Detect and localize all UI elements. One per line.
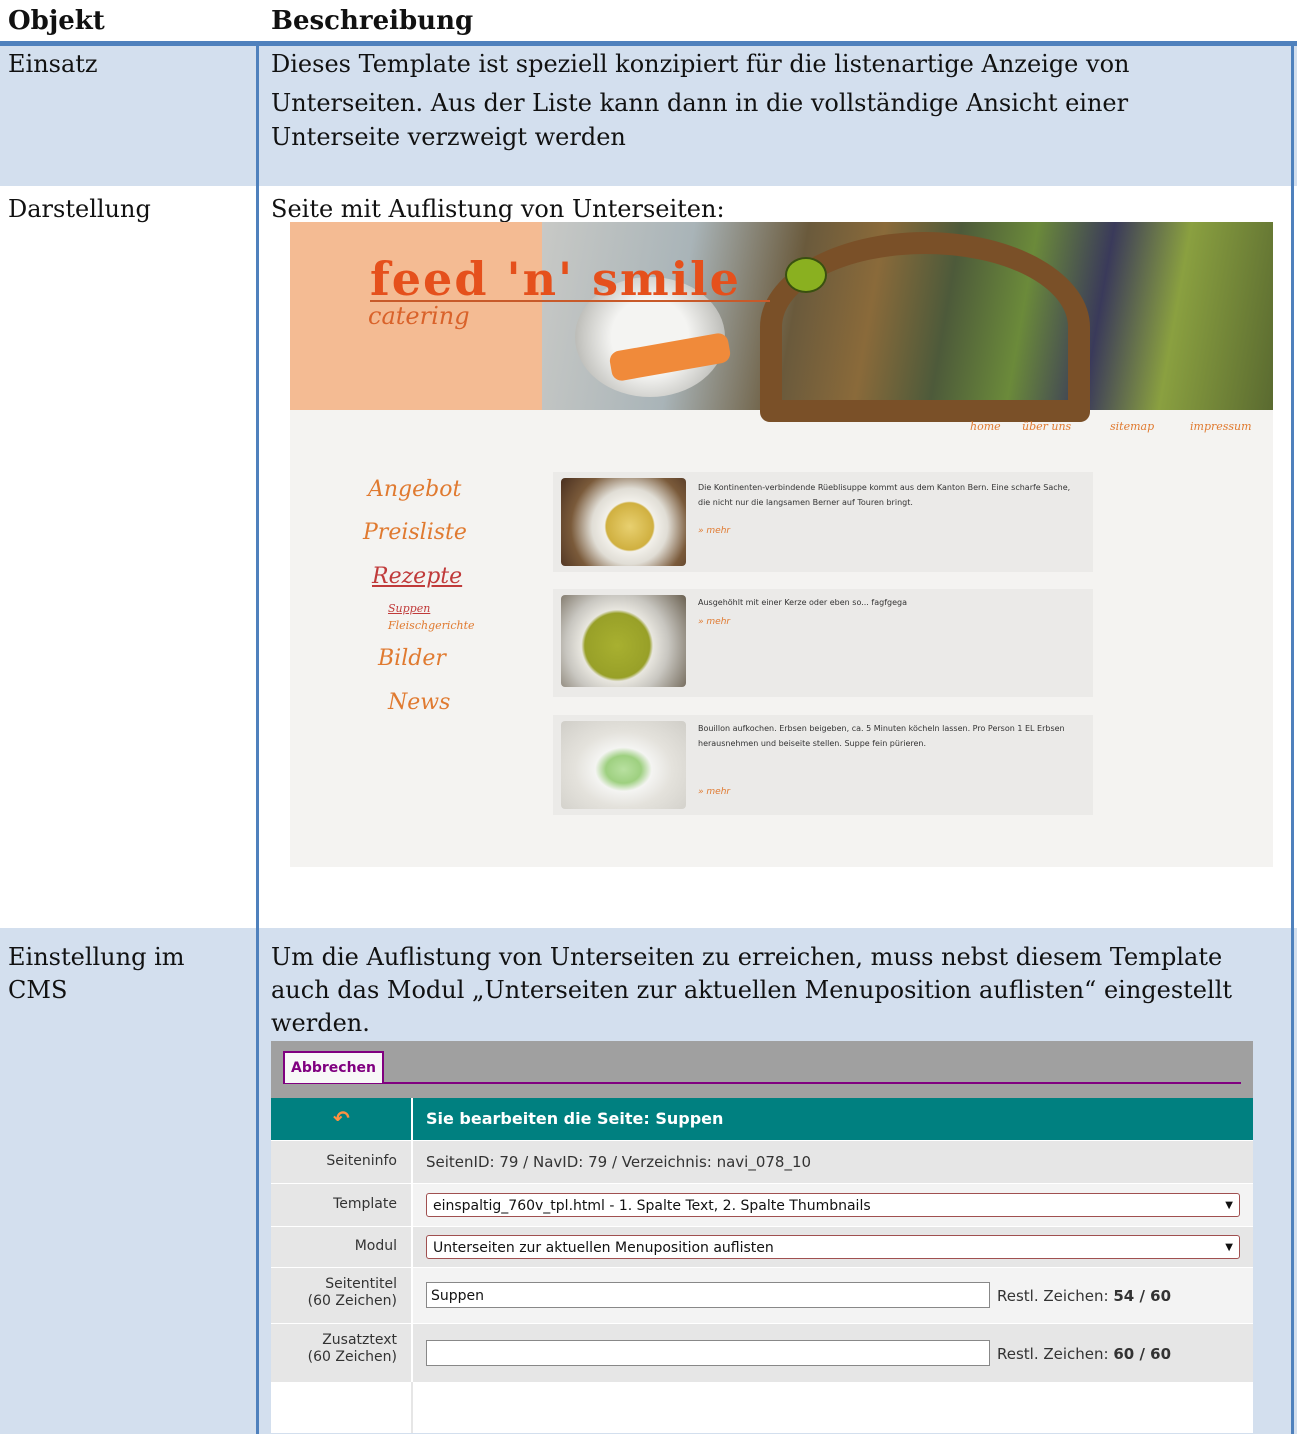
row-label-einstellung-1: Einstellung im — [8, 943, 185, 971]
einstellung-line-3: werden. — [271, 1009, 370, 1037]
list-item-text: Bouillon aufkochen. Erbsen beigeben, ca.… — [698, 724, 1065, 748]
row-modul: Modul Unterseiten zur aktuellen Menuposi… — [271, 1226, 1253, 1267]
template-label: Template — [333, 1196, 397, 1212]
leftnav-news[interactable]: News — [388, 690, 450, 715]
einstellung-line-2: auch das Modul „Unterseiten zur aktuelle… — [271, 976, 1233, 1004]
cms-screenshot: Abbrechen ↶ Sie bearbeiten die Seite: Su… — [271, 1041, 1253, 1433]
row-seitentitel: Seitentitel (60 Zeichen) Suppen Restl. Z… — [271, 1267, 1253, 1323]
site-logo-title: feed 'n' smile — [370, 252, 741, 306]
topnav-sitemap[interactable]: sitemap — [1110, 420, 1154, 433]
einsatz-line-3: Unterseite verzweigt werden — [271, 123, 626, 151]
chevron-down-icon: ▼ — [1225, 1200, 1233, 1211]
leftnav-rezepte[interactable]: Rezepte — [372, 564, 462, 589]
seitentitel-hint: (60 Zeichen) — [307, 1293, 397, 1309]
subnav-fleischgerichte[interactable]: Fleischgerichte — [388, 619, 475, 632]
tab-underline — [283, 1082, 1241, 1084]
list-item-text: Die Kontinenten-verbindende Rüeblisuppe … — [698, 483, 1071, 507]
modul-select-value: Unterseiten zur aktuellen Menuposition a… — [433, 1240, 774, 1256]
row-label-darstellung: Darstellung — [8, 195, 151, 223]
more-link[interactable]: » mehr — [698, 526, 730, 536]
subnav-suppen[interactable]: Suppen — [388, 602, 430, 615]
recipe-thumbnail — [561, 721, 686, 809]
zusatztext-hint: (60 Zeichen) — [307, 1349, 397, 1365]
more-link[interactable]: » mehr — [698, 617, 730, 627]
row-template: Template einspaltig_760v_tpl.html - 1. S… — [271, 1183, 1253, 1226]
zusatztext-count: 60 / 60 — [1113, 1345, 1172, 1363]
seitentitel-label: Seitentitel — [325, 1276, 397, 1292]
list-item: Bouillon aufkochen. Erbsen beigeben, ca.… — [553, 715, 1093, 815]
einsatz-line-1: Dieses Template ist speziell konzipiert … — [271, 50, 1130, 78]
header-divider — [411, 1098, 413, 1140]
template-select-value: einspaltig_760v_tpl.html - 1. Spalte Tex… — [433, 1198, 871, 1214]
tab-abbrechen[interactable]: Abbrechen — [283, 1051, 385, 1083]
seitentitel-count: 54 / 60 — [1113, 1287, 1172, 1305]
list-item-text: Ausgehöhlt mit einer Kerze oder eben so.… — [698, 598, 907, 607]
back-arrow-icon[interactable]: ↶ — [333, 1106, 350, 1130]
header-description: Beschreibung — [271, 6, 474, 36]
zusatztext-label: Zusatztext — [322, 1332, 397, 1348]
modul-label: Modul — [354, 1238, 397, 1254]
seiteninfo-label: Seiteninfo — [326, 1153, 397, 1169]
cms-toolbar — [271, 1041, 1253, 1098]
zusatztext-input[interactable] — [426, 1340, 990, 1366]
row-seiteninfo: Seiteninfo SeitenID: 79 / NavID: 79 / Ve… — [271, 1140, 1253, 1183]
edit-page-title: Sie bearbeiten die Seite: Suppen — [426, 1109, 724, 1128]
row-label-einsatz: Einsatz — [8, 50, 98, 78]
row-label-einstellung-2: CMS — [8, 976, 68, 1004]
header-object: Objekt — [8, 6, 105, 36]
list-item: Die Kontinenten-verbindende Rüeblisuppe … — [553, 472, 1093, 572]
topnav-home[interactable]: home — [970, 420, 1001, 433]
recipe-thumbnail — [561, 478, 686, 566]
list-item: Ausgehöhlt mit einer Kerze oder eben so.… — [553, 589, 1093, 697]
modul-select[interactable]: Unterseiten zur aktuellen Menuposition a… — [426, 1235, 1240, 1259]
row-zusatztext: Zusatztext (60 Zeichen) Restl. Zeichen: … — [271, 1323, 1253, 1382]
seitentitel-restl-label: Restl. Zeichen: — [997, 1287, 1109, 1305]
topnav-impressum[interactable]: impressum — [1190, 420, 1252, 433]
label-divider — [411, 1382, 413, 1433]
column-divider — [256, 46, 259, 1434]
seiteninfo-value: SeitenID: 79 / NavID: 79 / Verzeichnis: … — [426, 1153, 812, 1171]
zusatztext-restl-label: Restl. Zeichen: — [997, 1345, 1109, 1363]
leftnav-bilder[interactable]: Bilder — [378, 646, 446, 671]
olive-icon — [785, 257, 827, 293]
zusatztext-counter: Restl. Zeichen: 60 / 60 — [997, 1345, 1171, 1363]
site-logo-subtitle: catering — [368, 302, 470, 330]
seitentitel-counter: Restl. Zeichen: 54 / 60 — [997, 1287, 1171, 1305]
chevron-down-icon: ▼ — [1225, 1242, 1233, 1253]
einstellung-line-1: Um die Auflistung von Unterseiten zu err… — [271, 943, 1223, 971]
recipe-thumbnail — [561, 595, 686, 687]
seitentitel-input[interactable]: Suppen — [426, 1282, 990, 1308]
website-screenshot: feed 'n' smile catering home über uns si… — [290, 222, 1273, 867]
leftnav-angebot[interactable]: Angebot — [368, 477, 461, 502]
einsatz-line-2: Unterseiten. Aus der Liste kann dann in … — [271, 89, 1129, 117]
table-right-border — [1291, 46, 1294, 1434]
topnav-about[interactable]: über uns — [1022, 420, 1071, 433]
leftnav-preisliste[interactable]: Preisliste — [363, 520, 467, 545]
template-select[interactable]: einspaltig_760v_tpl.html - 1. Spalte Tex… — [426, 1193, 1240, 1217]
more-link[interactable]: » mehr — [698, 787, 730, 797]
cms-edit-header: ↶ Sie bearbeiten die Seite: Suppen — [271, 1098, 1253, 1140]
